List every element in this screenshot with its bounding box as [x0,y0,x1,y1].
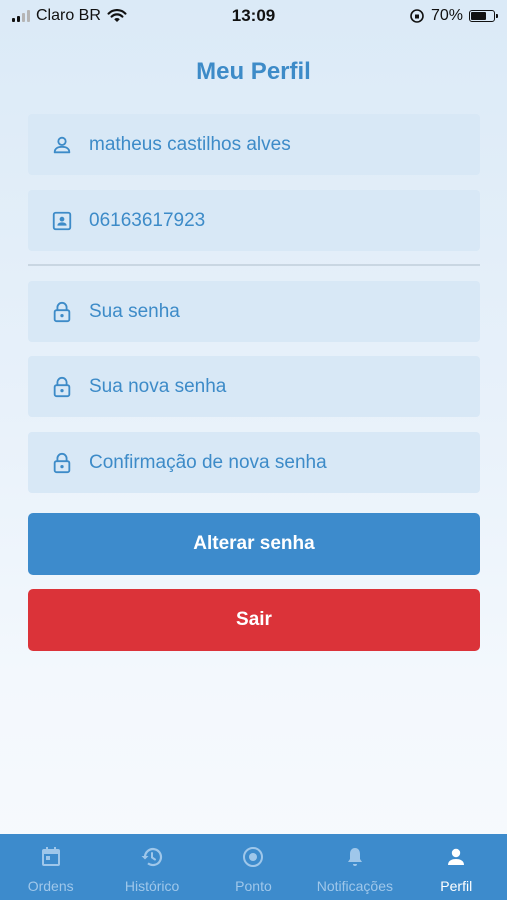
confirm-password-field[interactable] [28,432,480,493]
tab-notificacoes[interactable]: Notificações [304,834,405,894]
signal-icon [12,10,30,22]
tab-label: Ordens [27,878,74,894]
calendar-icon [39,844,63,870]
new-password-field[interactable] [28,356,480,417]
clock: 13:09 [231,6,276,25]
tab-label: Ponto [235,878,272,894]
id-card-icon [50,209,74,233]
tab-perfil[interactable]: Perfil [406,834,507,894]
change-password-button[interactable]: Alterar senha [28,513,480,575]
tab-label: Perfil [440,878,473,894]
name-field: matheus castilhos alves [28,114,480,175]
bell-icon [343,844,367,870]
lock-icon [50,451,74,475]
name-value: matheus castilhos alves [89,133,291,155]
tab-historico[interactable]: Histórico [102,834,203,894]
document-field: 06163617923 [28,190,480,251]
person-icon [444,844,468,870]
wifi-icon [107,9,127,22]
divider [28,264,480,266]
history-icon [140,844,164,870]
document-value: 06163617923 [89,209,206,231]
status-bar: Claro BR 13:09 70% [0,0,507,32]
rotation-lock-icon [410,9,424,23]
logout-button[interactable]: Sair [28,589,480,651]
tab-label: Histórico [124,878,180,894]
target-icon [241,844,265,870]
confirm-password-input[interactable] [89,451,429,474]
tab-ordens[interactable]: Ordens [0,834,101,894]
battery-icon [469,10,498,22]
new-password-input[interactable] [89,375,429,398]
current-password-field[interactable] [28,281,480,342]
page-title: Meu Perfil [196,58,311,85]
current-password-input[interactable] [89,300,429,323]
lock-icon [50,300,74,324]
person-icon [50,133,74,157]
tab-ponto[interactable]: Ponto [203,834,304,894]
tab-bar: Ordens Histórico Ponto Notificações Perf… [0,834,507,900]
carrier-name: Claro BR [36,7,101,24]
tab-label: Notificações [316,878,393,894]
battery-percent: 70% [430,7,463,24]
lock-icon [50,375,74,399]
